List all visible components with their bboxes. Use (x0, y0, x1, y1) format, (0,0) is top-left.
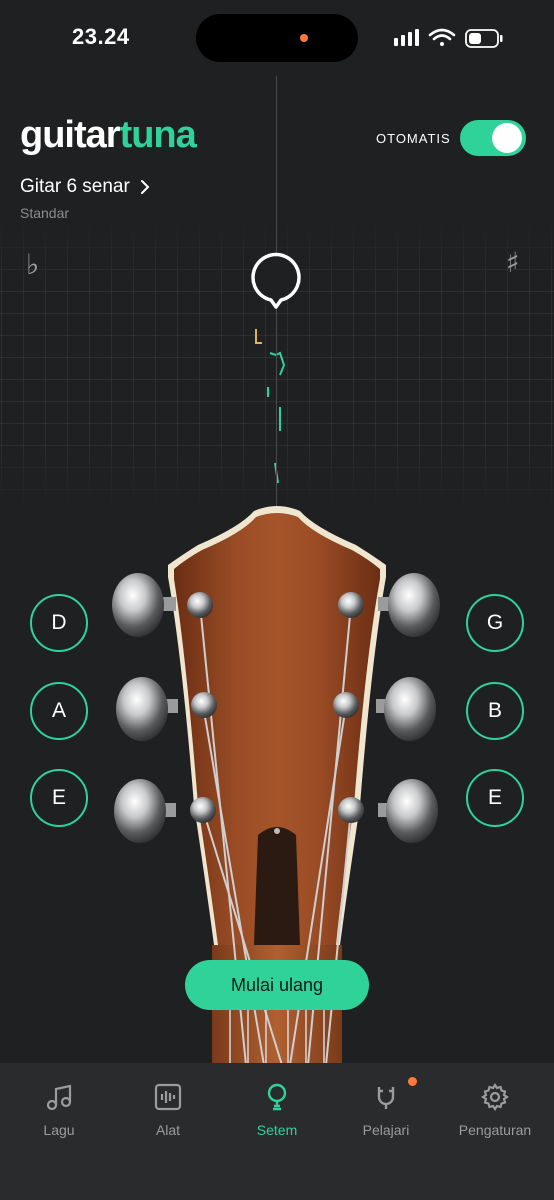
logo-text-tuna: tuna (119, 114, 197, 156)
instrument-label: Gitar 6 senar (20, 176, 130, 197)
signal-icon (394, 29, 419, 46)
toggle-knob (492, 123, 522, 153)
tab-label-learn: Pelajari (362, 1122, 410, 1138)
tuner-pick-icon (267, 1083, 287, 1111)
string-button-low-e[interactable]: E (30, 769, 88, 827)
recording-indicator-dot (300, 34, 308, 42)
string-button-a[interactable]: A (30, 682, 88, 740)
dynamic-island (196, 14, 358, 62)
tab-label-tune: Setem (256, 1122, 298, 1138)
tab-songs[interactable]: Lagu (4, 1082, 114, 1138)
wifi-icon (428, 28, 456, 46)
magnet-icon (377, 1087, 395, 1109)
auto-mode-label: OTOMATIS (376, 131, 451, 146)
tab-tune[interactable]: Setem (222, 1082, 332, 1138)
status-icons (394, 28, 503, 48)
restart-button[interactable]: Mulai ulang (185, 960, 369, 1010)
string-button-d[interactable]: D (30, 594, 88, 652)
tuning-label: Standar (20, 205, 70, 221)
tab-learn[interactable]: Pelajari (331, 1082, 441, 1138)
tab-settings[interactable]: Pengaturan (440, 1082, 550, 1138)
battery-icon (465, 29, 503, 48)
string-button-b[interactable]: B (466, 682, 524, 740)
tab-label-tools: Alat (155, 1122, 181, 1138)
music-note-icon (46, 1084, 72, 1111)
instrument-selector[interactable]: Gitar 6 senar (20, 176, 150, 198)
app-logo: guitartuna (20, 114, 197, 157)
string-button-g[interactable]: G (466, 594, 524, 652)
chevron-right-icon (140, 180, 150, 194)
string-button-high-e[interactable]: E (466, 769, 524, 827)
logo-text-guitar: guitar (20, 114, 121, 156)
auto-mode-toggle[interactable] (460, 120, 526, 156)
gear-icon (481, 1083, 509, 1111)
pitch-indicator (251, 252, 301, 309)
tab-label-songs: Lagu (43, 1122, 75, 1138)
notification-dot (408, 1077, 417, 1086)
waveform-icon (154, 1083, 182, 1111)
flat-symbol: ♭ (26, 248, 40, 281)
status-time: 23.24 (72, 24, 130, 49)
sharp-symbol: ♯ (506, 246, 520, 279)
tab-label-settings: Pengaturan (458, 1122, 532, 1138)
tab-tools[interactable]: Alat (113, 1082, 223, 1138)
